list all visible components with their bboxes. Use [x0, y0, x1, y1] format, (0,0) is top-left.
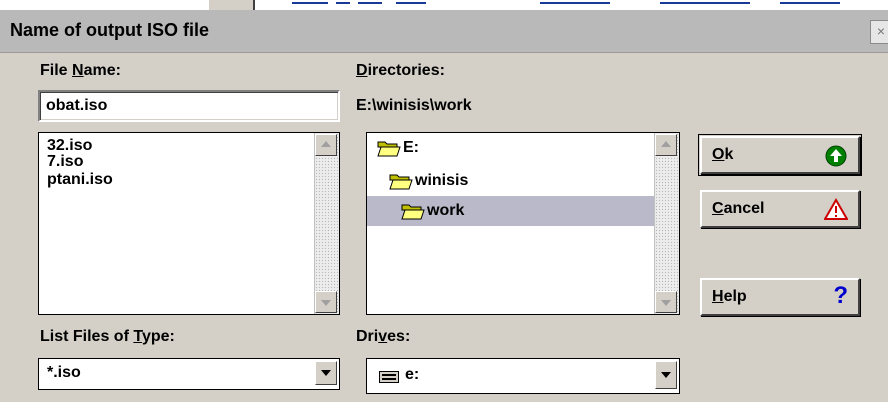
drives-label: Drives: [356, 328, 411, 345]
scroll-down-button[interactable] [315, 291, 337, 313]
close-button[interactable]: × [870, 20, 888, 44]
dialog-title: Name of output ISO file [10, 20, 210, 40]
folder-name: E: [403, 139, 419, 156]
open-folder-icon [377, 141, 401, 157]
file-name-value: obat.iso [46, 97, 108, 114]
folder-item-winisis[interactable]: winisis [367, 166, 655, 196]
background-line [540, 2, 610, 4]
ok-button[interactable]: Ok [698, 134, 862, 176]
folder-item-work[interactable]: work [367, 196, 655, 226]
background-line [292, 2, 328, 4]
background-line [358, 2, 382, 4]
directory-list-scrollbar[interactable] [654, 133, 679, 314]
green-up-arrow-icon [825, 145, 847, 167]
list-item[interactable]: 7.iso [47, 154, 83, 170]
drives-select[interactable]: e: [366, 358, 680, 394]
ok-button-label: Ok [712, 146, 734, 163]
warning-triangle-icon [824, 198, 848, 220]
help-button[interactable]: Help ? [700, 278, 860, 316]
open-folder-icon [389, 174, 413, 190]
chevron-down-icon [661, 372, 671, 378]
current-path: E:\winisis\work [356, 97, 472, 114]
down-arrow-icon [321, 300, 331, 306]
drives-value: e: [405, 366, 420, 383]
folder-name: winisis [415, 172, 469, 189]
drive-icon [379, 371, 399, 383]
background-line [396, 2, 426, 4]
chevron-down-icon [321, 370, 331, 376]
background-window-strip [0, 0, 888, 10]
file-type-dropdown-button[interactable] [315, 361, 337, 385]
question-mark-icon: ? [833, 282, 848, 309]
file-list-scrollbar[interactable] [314, 133, 339, 314]
cancel-button-label: Cancel [712, 200, 765, 217]
list-item[interactable]: ptani.iso [47, 172, 113, 188]
file-name-input[interactable]: obat.iso [38, 90, 340, 122]
scroll-up-button[interactable] [315, 134, 337, 156]
scroll-down-button[interactable] [655, 291, 677, 313]
drives-dropdown-button[interactable] [655, 361, 677, 389]
help-button-label: Help [712, 288, 747, 305]
up-arrow-icon [321, 141, 331, 147]
folder-item-e[interactable]: E: [367, 133, 655, 163]
background-line [660, 2, 750, 4]
down-arrow-icon [661, 300, 671, 306]
directories-label: Directories: [356, 62, 445, 79]
list-item[interactable]: 32.iso [47, 138, 92, 154]
file-list[interactable]: 32.iso 7.iso ptani.iso [38, 132, 340, 315]
scroll-up-button[interactable] [655, 134, 677, 156]
background-line [780, 2, 840, 4]
folder-name: work [427, 202, 465, 219]
background-line [336, 2, 350, 4]
file-type-value: *.iso [47, 364, 81, 381]
file-name-label: File Name: [40, 62, 121, 79]
directory-list[interactable]: E: winisis work [366, 132, 680, 315]
file-type-label: List Files of Type: [40, 328, 175, 345]
cancel-button[interactable]: Cancel [700, 190, 860, 228]
up-arrow-icon [661, 141, 671, 147]
open-folder-icon [401, 204, 425, 220]
file-type-select[interactable]: *.iso [38, 358, 340, 390]
background-window-button [208, 0, 255, 10]
